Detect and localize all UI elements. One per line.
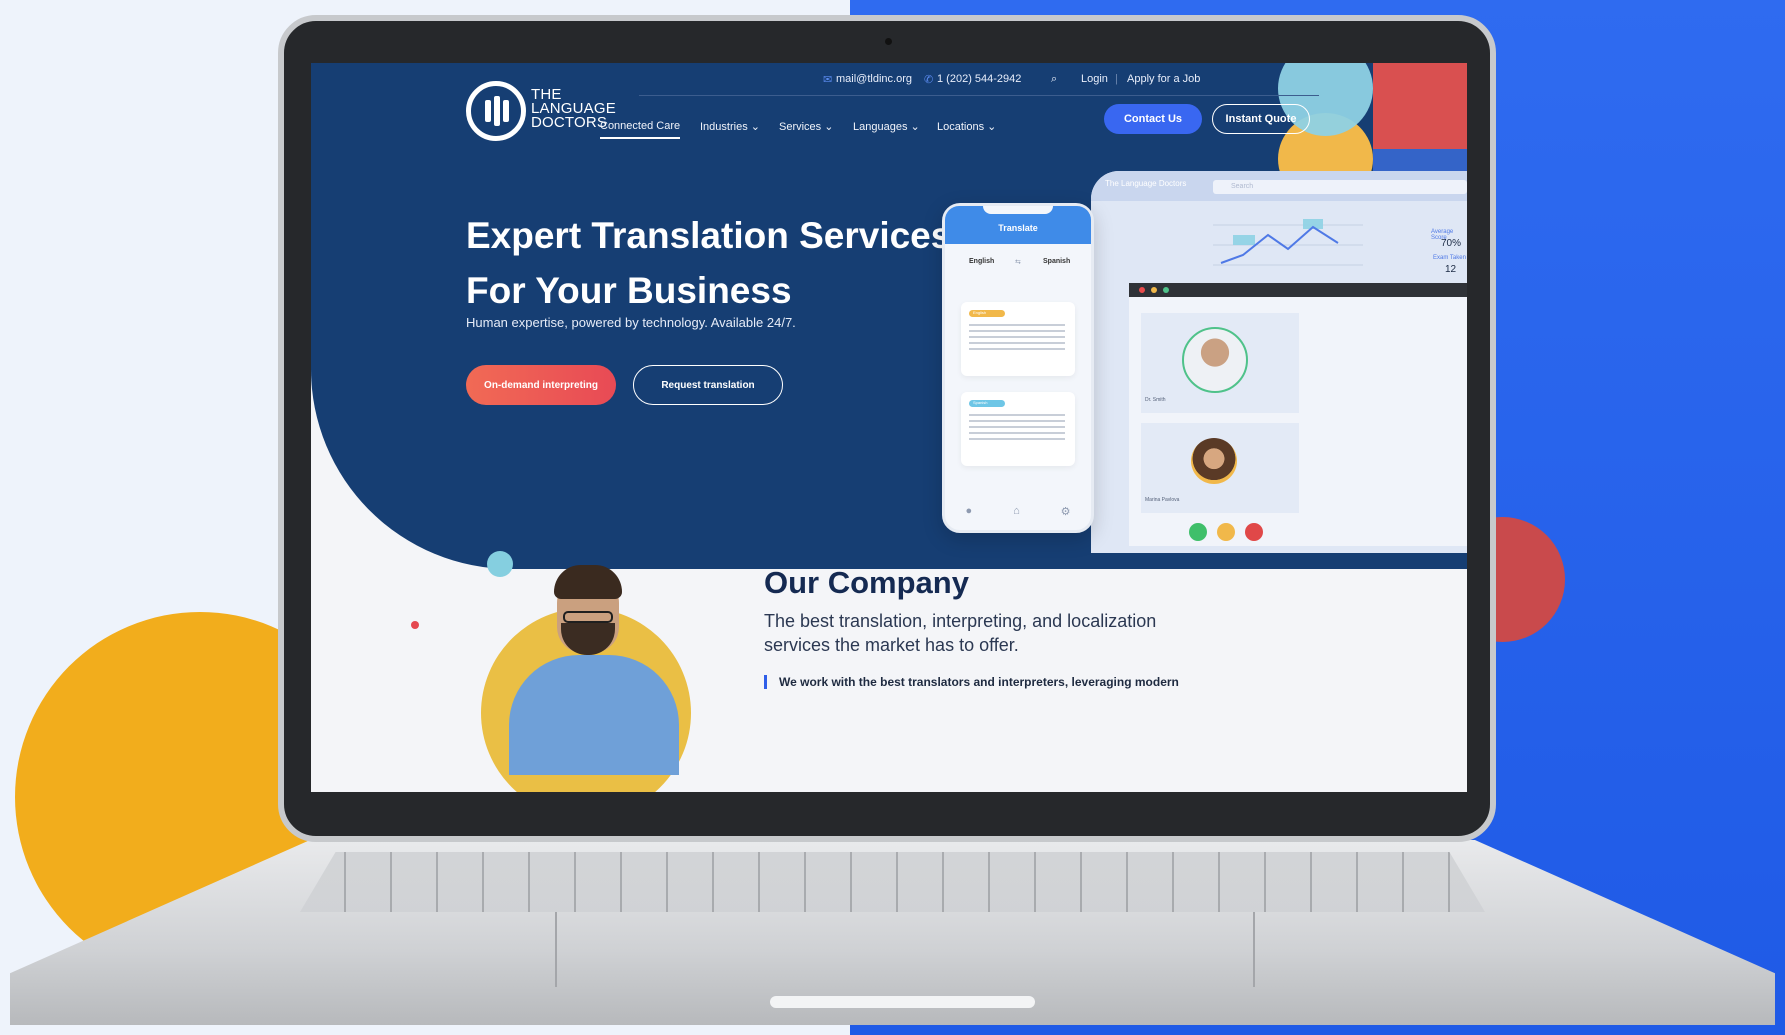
swap-icon: ⇆ (1015, 259, 1021, 266)
card-tag: English (969, 310, 1005, 317)
patient-name-label: Marina Pavlova (1145, 497, 1180, 503)
microphone-icon[interactable] (1189, 523, 1207, 541)
person-photo-body (509, 655, 679, 775)
decorative-red-dot (411, 621, 419, 629)
nav-item-label: Services (779, 121, 822, 133)
doctor-name-label: Dr. Smith (1145, 397, 1166, 403)
laptop-keyboard (300, 852, 1485, 912)
hang-up-icon[interactable] (1245, 523, 1263, 541)
nav-item-locations[interactable]: Locations ⌄ (937, 120, 996, 133)
phone-link[interactable]: 1 (202) 544-2942 (937, 73, 1021, 85)
phone-mockup: Translate English ⇆ Spanish English Span… (942, 203, 1094, 533)
contact-us-button[interactable]: Contact Us (1104, 104, 1202, 134)
phone-translation-card-2: Spanish (961, 392, 1075, 466)
company-subtitle: The best translation, interpreting, and … (764, 611, 1157, 655)
company-quote: We work with the best translators and in… (764, 675, 1179, 689)
laptop-camera (885, 38, 892, 45)
dashboard-line-chart (1213, 219, 1363, 266)
person-photo-hair (554, 565, 622, 599)
laptop-trackpad (555, 912, 1255, 987)
chevron-down-icon: ⌄ (987, 121, 997, 133)
nav-item-label: Languages (853, 121, 908, 133)
dashboard-brand: The Language Doctors (1105, 179, 1187, 188)
phone-tab-bar: ● ⌂ ⚙ (945, 505, 1091, 518)
phone-translation-card-1: English (961, 302, 1075, 376)
nav-item-services[interactable]: Services ⌄ (779, 120, 833, 133)
window-close-dot (1139, 287, 1145, 293)
company-title: Our Company (764, 565, 969, 600)
card-text-lines (969, 324, 1065, 354)
avg-score-value: 70% (1441, 238, 1462, 249)
search-icon[interactable]: ⌕ (1051, 73, 1057, 86)
hero-subtitle: Human expertise, powered by technology. … (466, 315, 796, 330)
instant-quote-button[interactable]: Instant Quote (1212, 104, 1310, 134)
mail-icon: ✉ (823, 74, 833, 86)
video-camera-icon[interactable] (1217, 523, 1235, 541)
chevron-down-icon: ⌄ (910, 121, 920, 133)
person-photo-glasses (563, 611, 613, 623)
card-text-lines (969, 414, 1065, 444)
phone-lang-from: English (969, 258, 995, 265)
user-icon: ● (965, 505, 973, 517)
exam-label: Exam Taken (1433, 255, 1466, 261)
laptop-screen: ✉ mail@tldinc.org ✆ 1 (202) 544-2942 ⌕ L… (311, 63, 1467, 792)
dashboard-search: Search (1213, 180, 1467, 194)
phone-icon: ✆ (924, 74, 934, 86)
nav-item-industries[interactable]: Industries ⌄ (700, 120, 760, 133)
home-icon: ⌂ (1013, 505, 1020, 517)
request-translation-button[interactable]: Request translation (633, 365, 783, 405)
email-link[interactable]: mail@tldinc.org (836, 73, 912, 85)
topbar-divider-line (639, 95, 1319, 96)
window-maximize-dot (1163, 287, 1169, 293)
nav-item-label: Industries (700, 121, 748, 133)
exam-count: 12 (1445, 264, 1457, 275)
login-link[interactable]: Login (1081, 73, 1108, 85)
apply-job-link[interactable]: Apply for a Job (1127, 73, 1200, 85)
phone-notch (983, 206, 1053, 214)
window-titlebar (1129, 283, 1467, 297)
doctor-avatar (1182, 327, 1248, 393)
nav-item-connected-care[interactable]: Connected Care (600, 120, 681, 139)
window-minimize-dot (1151, 287, 1157, 293)
gear-icon: ⚙ (1060, 506, 1071, 518)
chevron-down-icon: ⌄ (824, 121, 834, 133)
phone-lang-to: Spanish (1043, 258, 1071, 265)
card-tag: Spanish (969, 400, 1005, 407)
nav-item-languages[interactable]: Languages ⌄ (853, 120, 920, 133)
topbar-divider: | (1115, 73, 1118, 85)
on-demand-interpreting-button[interactable]: On-demand interpreting (466, 365, 616, 405)
nav-item-label: Locations (937, 121, 985, 133)
chevron-down-icon: ⌄ (750, 121, 760, 133)
patient-avatar (1191, 438, 1237, 484)
decorative-cyan-dot (487, 551, 513, 577)
laptop-notch (770, 996, 1035, 1008)
